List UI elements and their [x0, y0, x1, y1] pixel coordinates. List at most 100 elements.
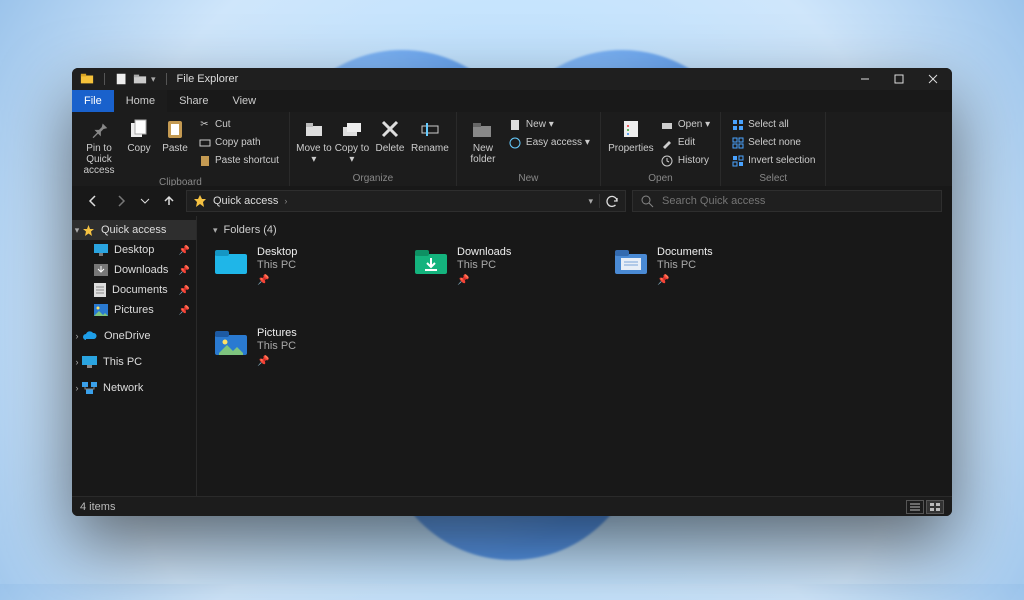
paste-shortcut-icon	[198, 154, 211, 167]
sidebar-item-pictures[interactable]: Pictures📌	[72, 300, 196, 320]
search-icon	[641, 195, 654, 208]
copy-icon	[126, 116, 152, 142]
invert-selection-icon	[731, 154, 744, 167]
view-details-button[interactable]	[906, 500, 924, 514]
sidebar-item-downloads[interactable]: Downloads📌	[72, 260, 196, 280]
star-icon	[193, 194, 207, 208]
edit-button[interactable]: Edit	[657, 134, 714, 151]
folder-item-pictures[interactable]: PicturesThis PC📌	[213, 327, 373, 368]
edit-icon	[661, 136, 674, 149]
chevron-right-icon[interactable]: ›	[72, 357, 82, 367]
chevron-right-icon[interactable]: ›	[72, 383, 82, 393]
close-button[interactable]	[916, 68, 950, 90]
documents-icon	[94, 283, 106, 297]
properties-icon	[618, 116, 644, 142]
history-icon	[661, 154, 674, 167]
qa-folder-icon[interactable]	[133, 72, 147, 86]
maximize-button[interactable]	[882, 68, 916, 90]
sidebar-item-quick-access[interactable]: ▾ Quick access	[72, 220, 196, 240]
tab-file[interactable]: File	[72, 90, 114, 112]
address-bar[interactable]: Quick access › ▾	[186, 190, 626, 212]
sidebar-item-documents[interactable]: Documents📌	[72, 280, 196, 300]
rename-icon	[417, 116, 443, 142]
sidebar-item-desktop[interactable]: Desktop📌	[72, 240, 196, 260]
nav-back-button[interactable]	[82, 190, 104, 212]
chevron-right-icon: ›	[284, 196, 287, 206]
pin-icon: 📌	[179, 305, 190, 316]
new-item-icon	[509, 118, 522, 131]
delete-button[interactable]: Delete	[372, 114, 408, 154]
pin-icon: 📌	[179, 265, 190, 276]
ribbon: Pin to Quick access Copy Paste ✂Cut Copy…	[72, 112, 952, 186]
ribbon-collapse-button[interactable]	[586, 90, 610, 112]
window-title: File Explorer	[177, 73, 239, 85]
star-icon	[82, 224, 95, 237]
status-bar: 4 items	[72, 496, 952, 516]
address-dropdown-icon[interactable]: ▾	[588, 196, 593, 207]
refresh-button[interactable]	[606, 195, 619, 208]
nav-up-button[interactable]	[158, 190, 180, 212]
open-icon	[661, 118, 674, 131]
copy-path-icon	[198, 136, 211, 149]
new-item-button[interactable]: New ▾	[505, 116, 594, 133]
select-all-icon	[731, 118, 744, 131]
ribbon-group-clipboard: Pin to Quick access Copy Paste ✂Cut Copy…	[72, 112, 290, 186]
network-icon	[82, 382, 97, 394]
address-row: Quick access › ▾	[72, 186, 952, 216]
paste-shortcut-button[interactable]: Paste shortcut	[194, 152, 283, 169]
tab-share[interactable]: Share	[167, 90, 220, 112]
minimize-button[interactable]	[848, 68, 882, 90]
pictures-icon	[94, 304, 108, 316]
folder-item-documents[interactable]: DocumentsThis PC📌	[613, 246, 773, 287]
invert-selection-button[interactable]: Invert selection	[727, 152, 819, 169]
pin-icon: 📌	[657, 274, 713, 287]
group-header-folders[interactable]: Folders (4)	[213, 224, 936, 236]
sidebar-item-network[interactable]: › Network	[72, 378, 196, 398]
downloads-folder-icon	[413, 246, 449, 276]
onedrive-icon	[82, 331, 98, 342]
chevron-down-icon[interactable]: ▾	[72, 225, 82, 236]
help-button[interactable]: ?	[928, 90, 952, 112]
qa-new-icon[interactable]	[115, 72, 129, 86]
documents-folder-icon	[613, 246, 649, 276]
paste-icon	[162, 116, 188, 142]
open-button[interactable]: Open ▾	[657, 116, 714, 133]
rename-button[interactable]: Rename	[410, 114, 450, 154]
qa-dropdown-icon[interactable]: ▾	[151, 74, 156, 85]
chevron-right-icon[interactable]: ›	[72, 331, 82, 341]
move-to-button[interactable]: Move to ▾	[296, 114, 332, 165]
history-button[interactable]: History	[657, 152, 714, 169]
select-none-button[interactable]: Select none	[727, 134, 819, 151]
pin-icon	[86, 116, 112, 142]
desktop-folder-icon	[213, 246, 249, 276]
properties-button[interactable]: Properties	[607, 114, 655, 154]
folder-item-desktop[interactable]: DesktopThis PC📌	[213, 246, 373, 287]
move-to-icon	[301, 116, 327, 142]
title-bar: ▾ File Explorer	[72, 68, 952, 90]
view-icons-button[interactable]	[926, 500, 944, 514]
nav-recent-button[interactable]	[138, 190, 152, 212]
tab-home[interactable]: Home	[114, 90, 167, 112]
this-pc-icon	[82, 356, 97, 368]
tab-view[interactable]: View	[220, 90, 268, 112]
menu-bar: File Home Share View ?	[72, 90, 952, 112]
copy-path-button[interactable]: Copy path	[194, 134, 283, 151]
new-folder-button[interactable]: New folder	[463, 114, 503, 165]
search-input[interactable]	[662, 195, 933, 207]
paste-button[interactable]: Paste	[158, 114, 192, 154]
downloads-icon	[94, 264, 108, 276]
search-box[interactable]	[632, 190, 942, 212]
ribbon-group-select: Select all Select none Invert selection …	[721, 112, 826, 186]
cut-button[interactable]: ✂Cut	[194, 116, 283, 133]
nav-forward-button[interactable]	[110, 190, 132, 212]
folder-item-downloads[interactable]: DownloadsThis PC📌	[413, 246, 573, 287]
sidebar-item-this-pc[interactable]: › This PC	[72, 352, 196, 372]
delete-icon	[377, 116, 403, 142]
file-explorer-window: ▾ File Explorer File Home Share View ?	[72, 68, 952, 516]
pin-to-quick-access-button[interactable]: Pin to Quick access	[78, 114, 120, 176]
sidebar-item-onedrive[interactable]: › OneDrive	[72, 326, 196, 346]
easy-access-button[interactable]: Easy access ▾	[505, 134, 594, 151]
select-all-button[interactable]: Select all	[727, 116, 819, 133]
copy-to-button[interactable]: Copy to ▾	[334, 114, 370, 165]
copy-button[interactable]: Copy	[122, 114, 156, 154]
